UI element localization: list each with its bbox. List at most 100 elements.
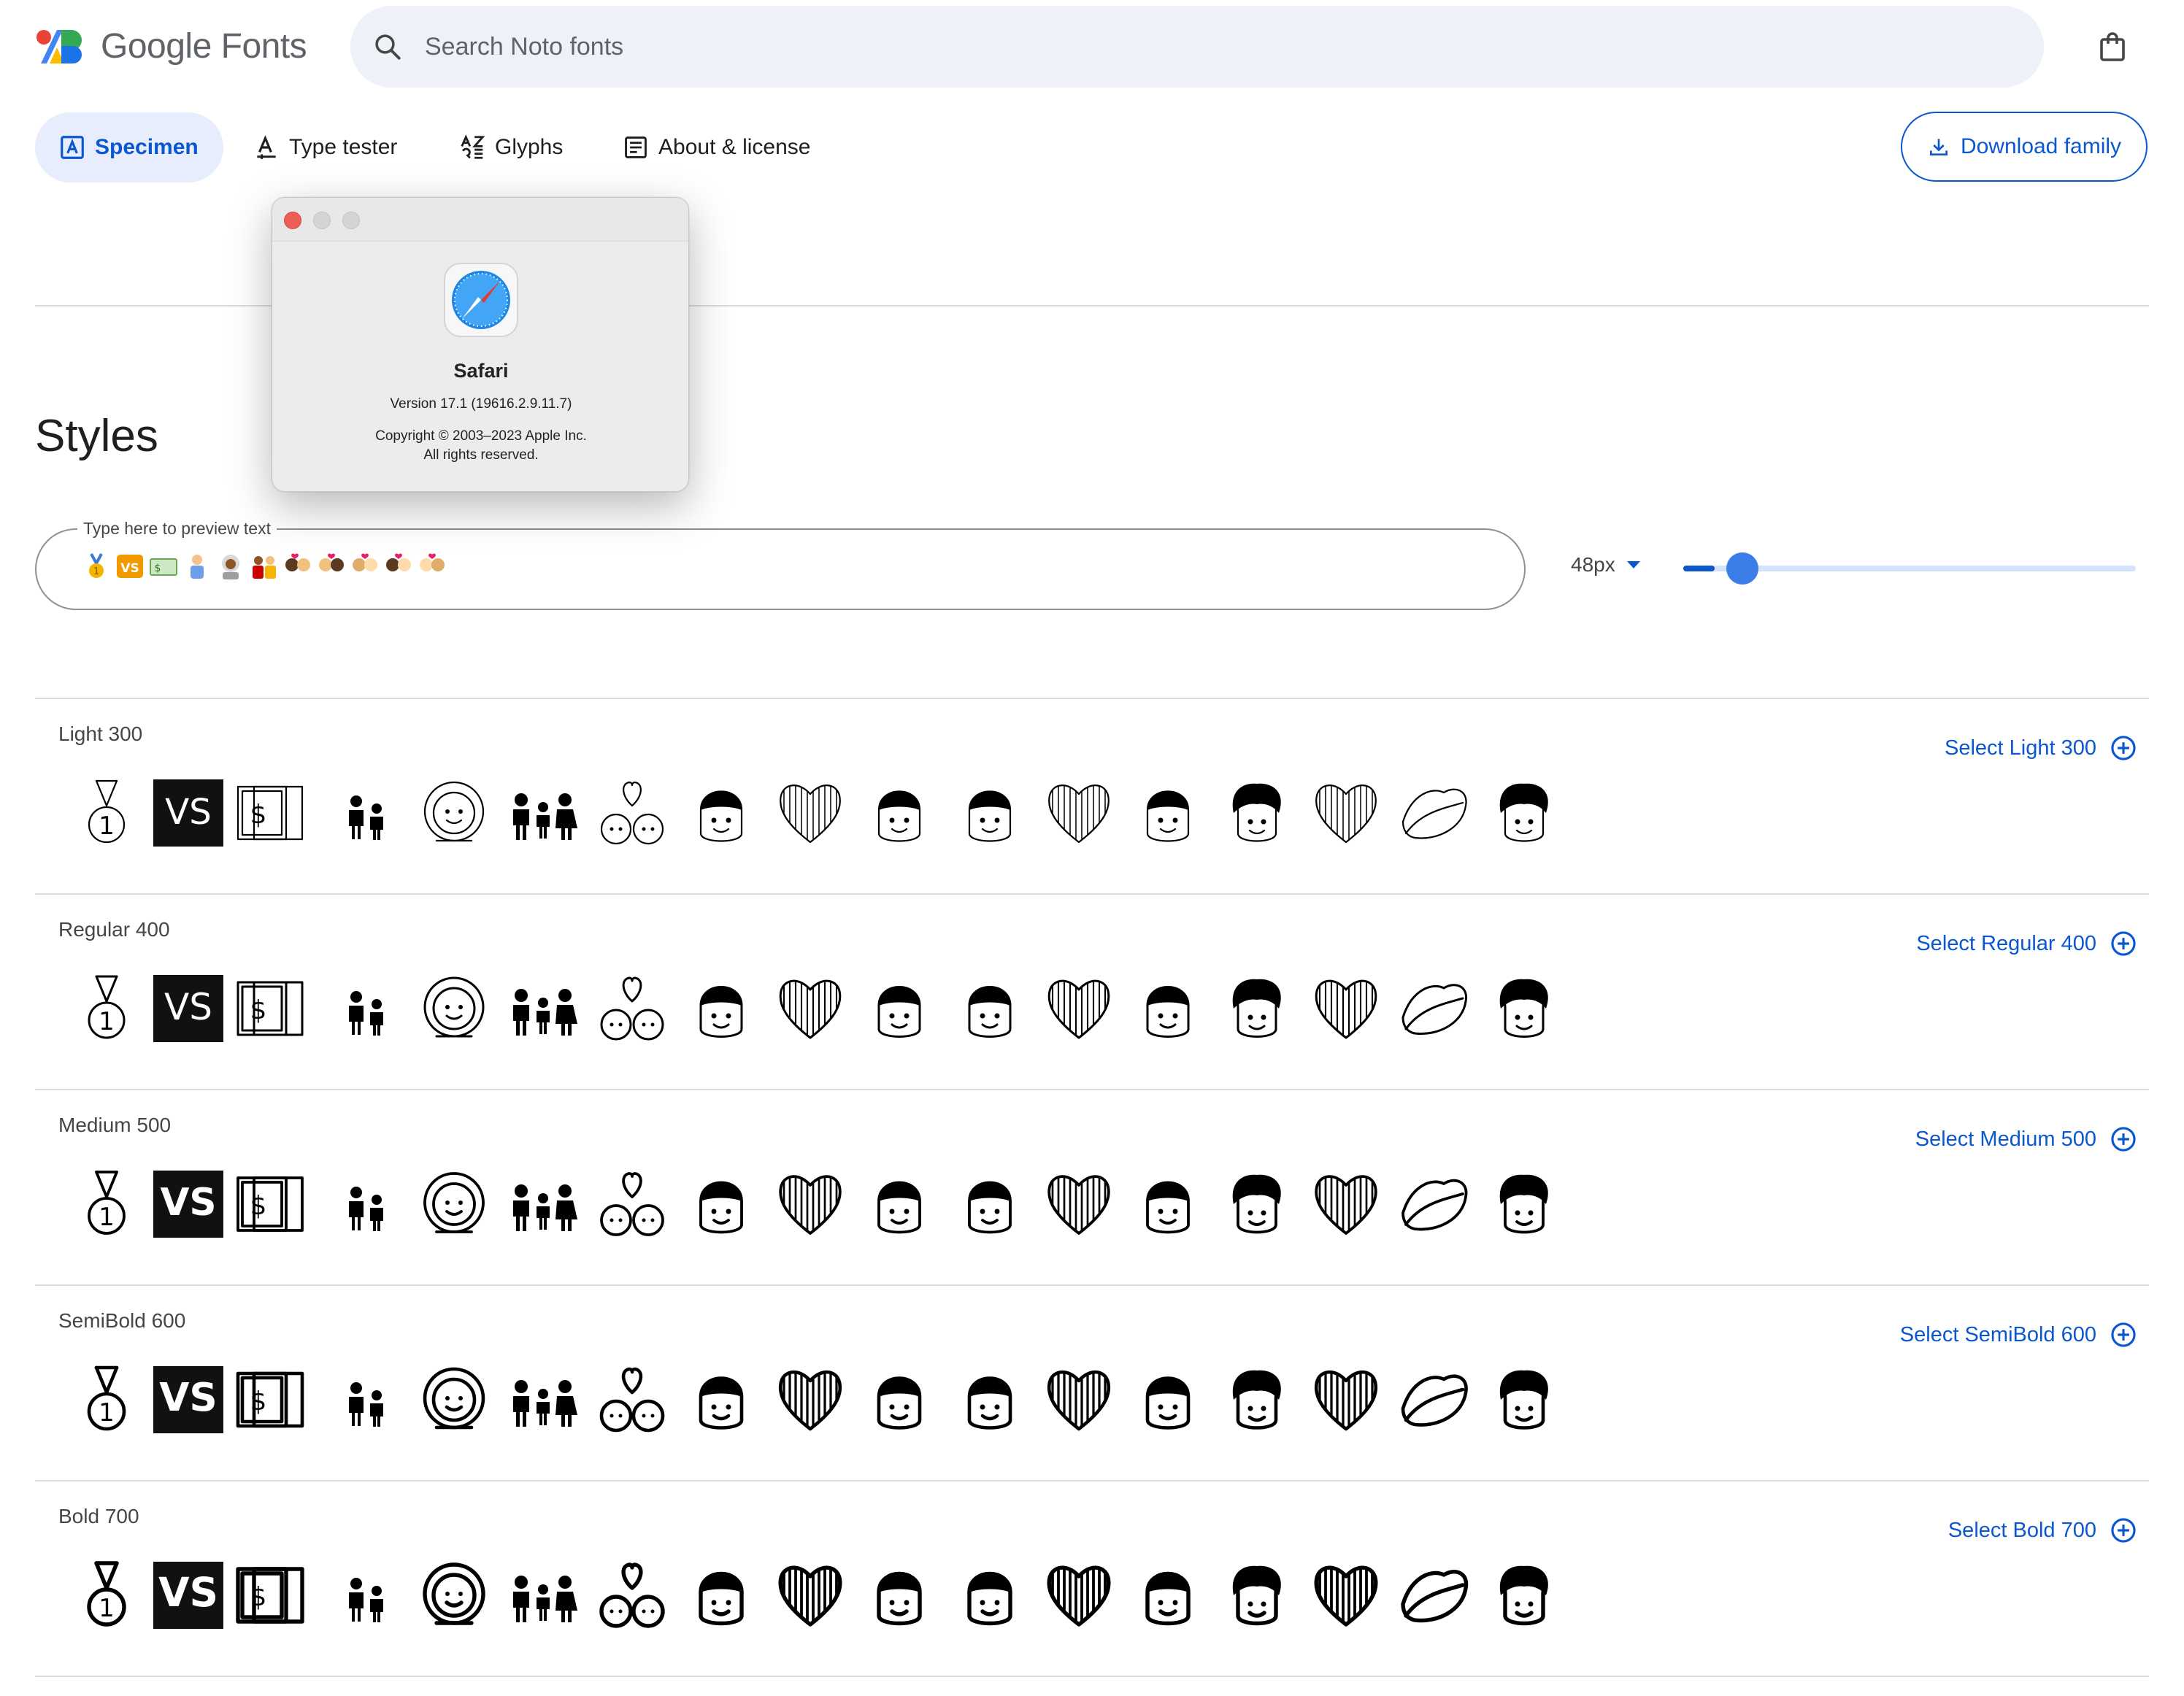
select-style-button[interactable]: Select Light 300: [1945, 734, 2137, 762]
curly-face-icon: [1499, 1565, 1548, 1626]
copyright-line: Copyright © 2003–2023 Apple Inc.: [375, 428, 587, 444]
google-fonts-logo[interactable]: Google Fonts: [35, 26, 307, 66]
svg-text:$: $: [155, 563, 161, 574]
striped-heart-icon: [1047, 1175, 1110, 1235]
about-safari-window: Safari Version 17.1 (19616.2.9.11.7) Cop…: [272, 197, 689, 492]
svg-text:VS: VS: [159, 1375, 217, 1420]
select-style-label: Select Light 300: [1945, 736, 2096, 760]
face-icon: [699, 1571, 744, 1626]
tab-label: Type tester: [289, 135, 398, 159]
kiss-emoji-icon: [418, 552, 451, 581]
select-style-button[interactable]: Select Regular 400: [1916, 930, 2137, 957]
svg-text:1: 1: [99, 1594, 115, 1623]
tab-label: Glyphs: [495, 135, 564, 159]
style-row: Light 300 1 VS $ Select Light 300: [35, 699, 2149, 895]
search-bar[interactable]: [350, 6, 2044, 88]
family-icon: [513, 793, 577, 840]
kids-icon: [349, 795, 383, 840]
tab-specimen[interactable]: Specimen: [35, 112, 223, 182]
face-icon: [699, 790, 743, 842]
glyphs-icon: [461, 134, 485, 159]
medal-icon: 1: [88, 779, 126, 844]
style-row-label: Light 300: [58, 722, 143, 745]
vs-button-icon: VS: [153, 975, 223, 1042]
svg-text:VS: VS: [165, 792, 212, 833]
shopping-bag-icon[interactable]: [2095, 29, 2130, 64]
curly-face-icon: [1232, 1370, 1281, 1430]
font-size-slider-fill: [1683, 566, 1715, 571]
striped-heart-icon: [1314, 1565, 1378, 1627]
striped-heart-icon: [779, 1175, 842, 1235]
lips-icon: [1401, 1570, 1469, 1623]
select-style-button[interactable]: Select Medium 500: [1915, 1125, 2137, 1153]
tab-label: About & license: [658, 135, 811, 159]
font-size-select[interactable]: 48px: [1571, 553, 1642, 577]
download-family-button[interactable]: Download family: [1901, 112, 2148, 182]
money-icon: $: [236, 1567, 304, 1624]
style-row-label: SemiBold 600: [58, 1309, 186, 1332]
money-icon: $: [237, 1176, 304, 1232]
add-circle-icon: [2111, 1518, 2136, 1543]
svg-text:$: $: [250, 1582, 267, 1612]
search-input[interactable]: [425, 32, 1958, 61]
astronaut-icon: [423, 781, 485, 842]
kiss-emoji-icon: [283, 552, 317, 581]
kiss-emoji-icon: [317, 552, 350, 581]
striped-heart-icon: [1047, 979, 1110, 1039]
couple-heart-icon: [600, 976, 664, 1041]
google-fonts-logo-icon: [35, 27, 83, 66]
select-style-button[interactable]: Select SemiBold 600: [1900, 1321, 2137, 1349]
face-icon: [699, 986, 743, 1038]
medal-icon: 1: [88, 975, 126, 1039]
svg-text:VS: VS: [160, 1181, 216, 1225]
striped-heart-icon: [1315, 1175, 1377, 1235]
face-icon: [1146, 1181, 1190, 1234]
select-style-label: Select SemiBold 600: [1899, 1322, 2096, 1346]
curly-face-icon: [1499, 1370, 1548, 1430]
face-icon: [699, 1376, 744, 1430]
font-size-slider-thumb[interactable]: [1726, 552, 1759, 585]
face-icon: [1145, 1571, 1191, 1626]
face-icon: [877, 1571, 922, 1626]
select-style-button[interactable]: Select Bold 700: [1948, 1516, 2137, 1544]
window-minimize-button: [313, 212, 331, 229]
select-style-label: Select Bold 700: [1947, 1518, 2096, 1542]
striped-heart-icon: [1047, 1565, 1111, 1627]
style-row: Bold 700 1 VS $ Select Bold 700: [35, 1481, 2149, 1677]
download-label: Download family: [1960, 134, 2122, 158]
preview-text-value: 1 VS $: [82, 550, 451, 582]
app-copyright: Copyright © 2003–2023 Apple Inc. All rig…: [272, 427, 688, 465]
couple-heart-icon: [600, 781, 664, 845]
kids-icon: [349, 991, 383, 1036]
curly-face-icon: [1232, 979, 1281, 1038]
medal-icon: 1: [87, 1561, 126, 1627]
tab-about-license[interactable]: About & license: [622, 112, 810, 182]
medal-icon: 1: [87, 1365, 126, 1431]
window-titlebar: [272, 198, 688, 242]
astronaut-emoji-icon: [216, 552, 250, 581]
download-icon: [1929, 139, 1947, 155]
astronaut-icon: [423, 1172, 485, 1233]
tab-type-tester[interactable]: Type tester: [253, 112, 397, 182]
svg-text:VS: VS: [164, 986, 212, 1028]
style-row-label: Regular 400: [58, 918, 170, 941]
medal-emoji-icon: 1: [82, 552, 115, 581]
couple-heart-icon: [599, 1367, 665, 1433]
style-row-label: Bold 700: [58, 1505, 139, 1527]
money-icon: $: [237, 785, 304, 841]
svg-text:$: $: [250, 1191, 267, 1221]
vs-emoji-icon: VS: [115, 552, 149, 581]
svg-text:1: 1: [99, 1203, 115, 1232]
curly-face-icon: [1499, 1174, 1548, 1234]
face-icon: [1146, 790, 1190, 842]
astronaut-icon: [423, 976, 485, 1038]
face-icon: [968, 986, 1012, 1038]
tab-glyphs[interactable]: Glyphs: [458, 112, 563, 182]
lips-icon: [1401, 1179, 1468, 1231]
couple-heart-icon: [600, 1172, 664, 1236]
family-emoji-icon: [250, 552, 283, 581]
window-close-button[interactable]: [284, 212, 301, 229]
select-style-label: Select Regular 400: [1916, 931, 2096, 955]
striped-heart-icon: [1315, 785, 1377, 844]
face-icon: [967, 1376, 1012, 1430]
